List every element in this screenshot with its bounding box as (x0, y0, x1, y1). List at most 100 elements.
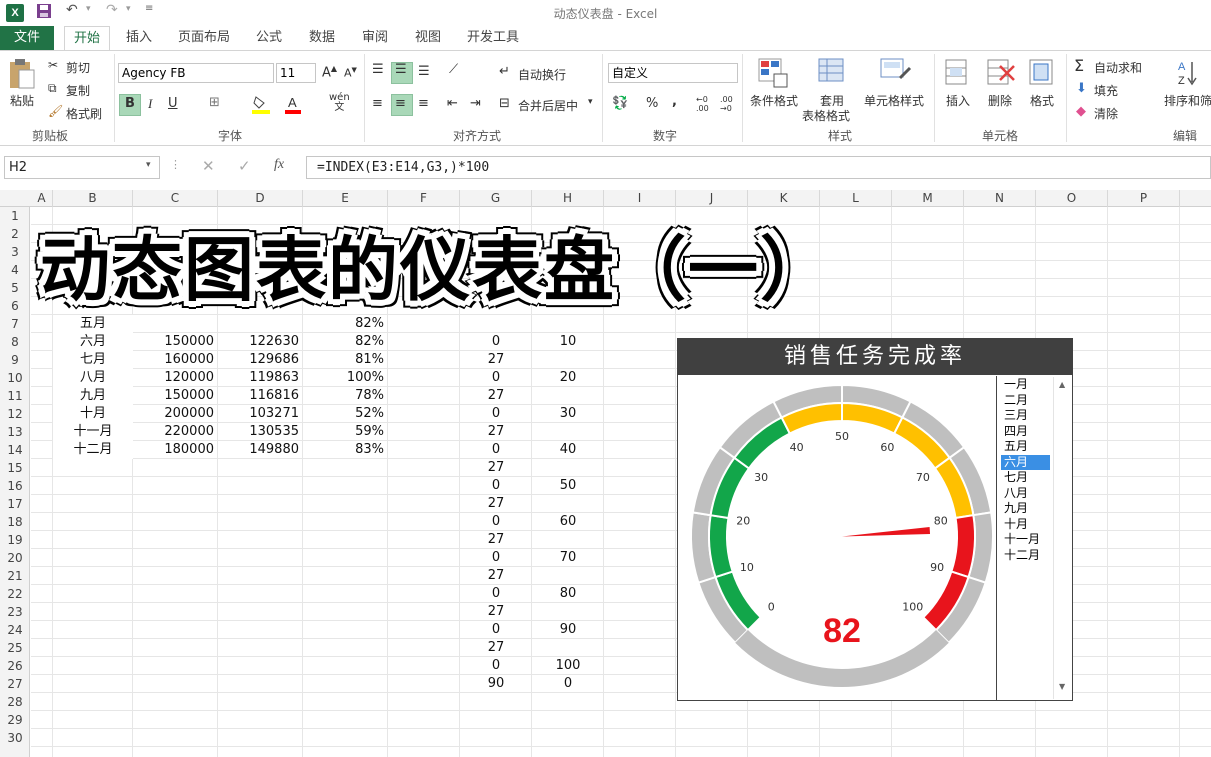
cell-helper-g[interactable]: 0 (460, 585, 532, 603)
column-header[interactable]: N (964, 190, 1036, 207)
font-size-select[interactable]: 11 (276, 63, 316, 83)
cell-target[interactable]: 220000 (133, 423, 214, 441)
cell-actual[interactable]: 103271 (218, 405, 299, 423)
increase-decimal-icon[interactable]: ←0.00 (696, 95, 709, 113)
cell-month[interactable]: 九月 (53, 387, 133, 405)
listbox-item[interactable]: 六月 (1001, 454, 1050, 470)
cell-helper-h[interactable]: 30 (532, 405, 604, 423)
cell-actual[interactable]: 122630 (218, 333, 299, 351)
row-header[interactable]: 24 (0, 621, 30, 639)
comma-button[interactable]: , (672, 94, 677, 109)
formula-input[interactable]: =INDEX(E3:E14,G3,)*100 (306, 156, 1211, 179)
align-left-icon[interactable]: ≡ (372, 96, 383, 111)
grow-font-icon[interactable]: A▲ (322, 64, 337, 80)
listbox-item[interactable]: 二月 (1001, 393, 1050, 409)
row-header[interactable]: 15 (0, 459, 30, 477)
format-button[interactable]: 格式 (1030, 92, 1054, 109)
row-header[interactable]: 27 (0, 675, 30, 693)
listbox-item[interactable]: 十一月 (1001, 532, 1050, 548)
cell-helper-h[interactable]: 60 (532, 513, 604, 531)
cell-target[interactable]: 120000 (133, 369, 214, 387)
cell-helper-g[interactable]: 0 (460, 441, 532, 459)
cell-helper-g[interactable]: 27 (460, 351, 532, 369)
cell-helper-g[interactable]: 27 (460, 567, 532, 585)
fill-color-icon[interactable] (252, 95, 270, 118)
cell-rate[interactable]: 83% (303, 441, 384, 459)
tab-file[interactable]: 文件 (0, 26, 54, 50)
insert-function-button[interactable]: fx (274, 157, 284, 173)
merge-dropdown-icon[interactable]: ▾ (588, 97, 593, 107)
cell-styles-icon[interactable] (880, 58, 912, 91)
cell-helper-g[interactable]: 27 (460, 459, 532, 477)
cell-helper-h[interactable]: 10 (532, 333, 604, 351)
cell-month[interactable]: 十二月 (53, 441, 133, 459)
accounting-format-icon[interactable]: 💱 (612, 96, 628, 111)
listbox-item[interactable]: 十月 (1001, 517, 1050, 533)
cell-month[interactable]: 八月 (53, 369, 133, 387)
align-bottom-icon[interactable]: ☰ (418, 64, 430, 79)
cell-helper-g[interactable]: 0 (460, 549, 532, 567)
listbox-item[interactable]: 三月 (1001, 408, 1050, 424)
sort-filter-button[interactable]: 排序和筛 (1164, 92, 1211, 109)
column-header[interactable]: I (604, 190, 676, 207)
row-header[interactable]: 18 (0, 513, 30, 531)
row-header[interactable]: 9 (0, 351, 30, 369)
cell-helper-g[interactable]: 0 (460, 657, 532, 675)
cell-target[interactable]: 200000 (133, 405, 214, 423)
cell-helper-g[interactable]: 27 (460, 495, 532, 513)
row-header[interactable]: 11 (0, 387, 30, 405)
cell-styles-button[interactable]: 单元格样式 (864, 92, 924, 109)
column-header[interactable]: K (748, 190, 820, 207)
row-header[interactable]: 10 (0, 369, 30, 387)
column-header[interactable]: L (820, 190, 892, 207)
underline-button[interactable]: U (168, 96, 178, 111)
phonetic-button[interactable]: wén 文 (329, 93, 350, 113)
row-header[interactable]: 12 (0, 405, 30, 423)
align-middle-icon[interactable]: ☰ (395, 62, 407, 77)
align-center-icon[interactable]: ≡ (395, 96, 406, 111)
column-header[interactable]: M (892, 190, 964, 207)
border-icon[interactable]: ⊞ (209, 95, 220, 110)
cell-helper-g[interactable]: 0 (460, 477, 532, 495)
cell-helper-g[interactable]: 0 (460, 405, 532, 423)
wrap-text-icon[interactable]: ↵ (499, 64, 510, 79)
cell-helper-g[interactable]: 0 (460, 621, 532, 639)
cell-target[interactable]: 160000 (133, 351, 214, 369)
tab-formulas[interactable]: 公式 (250, 26, 288, 50)
cell-actual[interactable]: 119863 (218, 369, 299, 387)
row-header[interactable]: 4 (0, 261, 30, 279)
column-header[interactable]: B (53, 190, 133, 207)
conditional-format-button[interactable]: 条件格式 (750, 92, 798, 109)
increase-indent-icon[interactable]: ⇥ (470, 96, 481, 111)
wrap-text-button[interactable]: 自动换行 (518, 66, 566, 83)
cell-actual[interactable]: 129686 (218, 351, 299, 369)
bold-button[interactable]: B (125, 96, 135, 111)
enter-icon[interactable]: ✓ (238, 157, 251, 175)
format-painter-icon[interactable]: 🖌 (48, 104, 63, 118)
row-header[interactable]: 19 (0, 531, 30, 549)
cell-helper-h[interactable]: 100 (532, 657, 604, 675)
merge-center-button[interactable]: 合并后居中 (518, 97, 578, 114)
column-header[interactable]: E (303, 190, 388, 207)
cell-rate[interactable]: 59% (303, 423, 384, 441)
listbox-item[interactable]: 四月 (1001, 424, 1050, 440)
row-header[interactable]: 30 (0, 729, 30, 747)
cell-actual[interactable]: 149880 (218, 441, 299, 459)
row-header[interactable]: 22 (0, 585, 30, 603)
cell-rate[interactable]: 78% (303, 387, 384, 405)
row-header[interactable]: 6 (0, 297, 30, 315)
column-header[interactable]: C (133, 190, 218, 207)
tab-developer[interactable]: 开发工具 (462, 26, 524, 50)
cut-button[interactable]: 剪切 (66, 59, 90, 76)
column-header[interactable]: G (460, 190, 532, 207)
percent-button[interactable]: % (646, 96, 658, 111)
italic-button[interactable]: I (148, 96, 152, 112)
autosum-icon[interactable]: Σ (1074, 56, 1084, 75)
cell-actual[interactable]: 116816 (218, 387, 299, 405)
column-header[interactable]: P (1108, 190, 1180, 207)
copy-icon[interactable]: ⧉ (48, 81, 57, 96)
row-header[interactable]: 14 (0, 441, 30, 459)
number-format-select[interactable]: 自定义 (608, 63, 738, 83)
cell-rate[interactable]: 52% (303, 405, 384, 423)
row-header[interactable]: 23 (0, 603, 30, 621)
